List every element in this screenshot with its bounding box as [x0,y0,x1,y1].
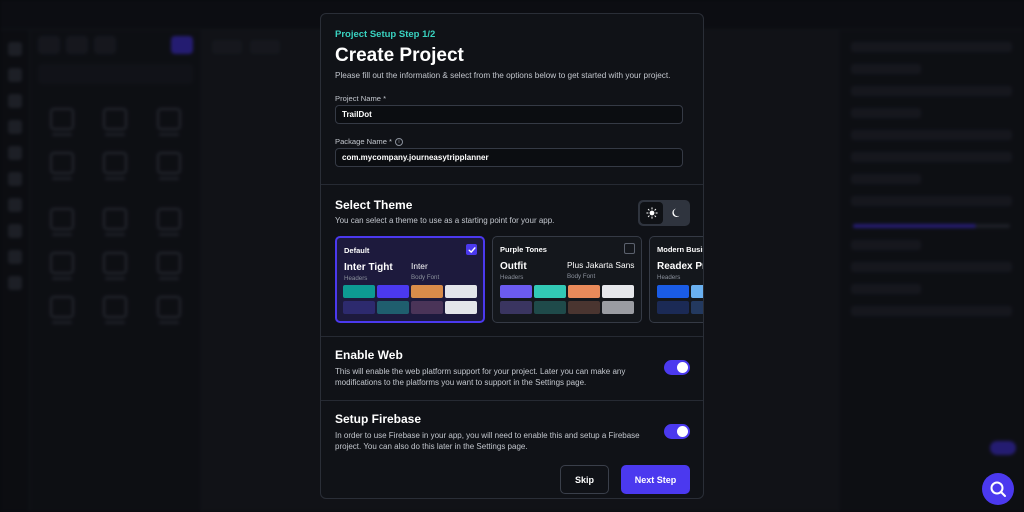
info-icon[interactable]: i [394,137,403,146]
search-icon [990,481,1006,497]
color-swatch [445,285,477,298]
light-mode-button[interactable] [640,202,663,224]
theme-description: You can select a theme to use as a start… [335,216,555,225]
color-swatch [411,301,443,314]
color-swatch [411,285,443,298]
moon-icon [671,208,679,217]
app-window: Project Setup Step 1/2 Create Project Pl… [0,0,1024,512]
theme-card-checkbox[interactable] [624,243,635,254]
dark-mode-button[interactable] [665,202,688,224]
body-font-label: Body Font [567,273,596,280]
modal-subtitle: Please fill out the information & select… [335,71,671,80]
web-title: Enable Web [335,348,403,362]
skip-button[interactable]: Skip [560,465,609,494]
body-font-name: Plus Jakarta Sans [567,260,635,270]
setup-firebase-toggle[interactable] [664,424,690,439]
web-description: This will enable the web platform suppor… [335,367,626,387]
header-font-name: Outfit [500,261,527,272]
color-swatch [691,301,703,314]
color-swatch [343,285,375,298]
check-icon [468,246,476,253]
project-name-input[interactable]: TrailDot [335,105,683,124]
header-font-name: Readex Pro [657,261,703,272]
header-font-label: Headers [657,274,681,281]
theme-card[interactable]: Default Inter Tight Headers Inter Body Font [335,236,485,323]
color-swatch [657,285,689,298]
color-swatch [500,301,532,314]
color-swatch [500,285,532,298]
step-label: Project Setup Step 1/2 [335,29,436,40]
search-fab-button[interactable] [982,473,1014,505]
create-project-modal: Project Setup Step 1/2 Create Project Pl… [320,13,704,499]
body-font-name: Inter [411,261,428,271]
firebase-title: Setup Firebase [335,412,422,426]
theme-mode-toggle [638,200,690,226]
color-swatch [568,285,600,298]
package-name-input[interactable]: com.mycompany.journeasytripplanner [335,148,683,167]
color-swatch [377,285,409,298]
theme-card[interactable]: Purple Tones Outfit Headers Plus Jakarta Sa… [492,236,642,323]
enable-web-toggle[interactable] [664,360,690,375]
modal-title: Create Project [335,45,464,66]
color-swatch [602,301,634,314]
theme-card-name: Modern Business [657,245,703,254]
sun-icon [645,207,658,219]
theme-card-name: Default [344,246,370,255]
header-font-name: Inter Tight [344,262,393,273]
next-step-button[interactable]: Next Step [621,465,690,494]
theme-card-name: Purple Tones [500,245,547,254]
color-swatch [343,301,375,314]
color-swatch [602,285,634,298]
header-font-label: Headers [500,274,524,281]
color-swatch [534,285,566,298]
theme-card-list: Default Inter Tight Headers Inter Body Font P… [335,236,703,324]
body-font-label: Body Font [411,274,440,281]
theme-title: Select Theme [335,198,413,212]
color-swatch [445,301,477,314]
color-swatch [657,301,689,314]
theme-card-checkbox[interactable] [466,244,477,255]
firebase-description: In order to use Firebase in your app, yo… [335,431,640,451]
color-swatch [691,285,703,298]
theme-card[interactable]: Modern Business Readex Pro Headers [649,236,703,323]
package-name-label: Package Name * i [335,137,403,146]
project-name-label: Project Name * [335,94,387,103]
header-font-label: Headers [344,275,368,282]
color-swatch [534,301,566,314]
color-swatch [568,301,600,314]
color-swatch [377,301,409,314]
